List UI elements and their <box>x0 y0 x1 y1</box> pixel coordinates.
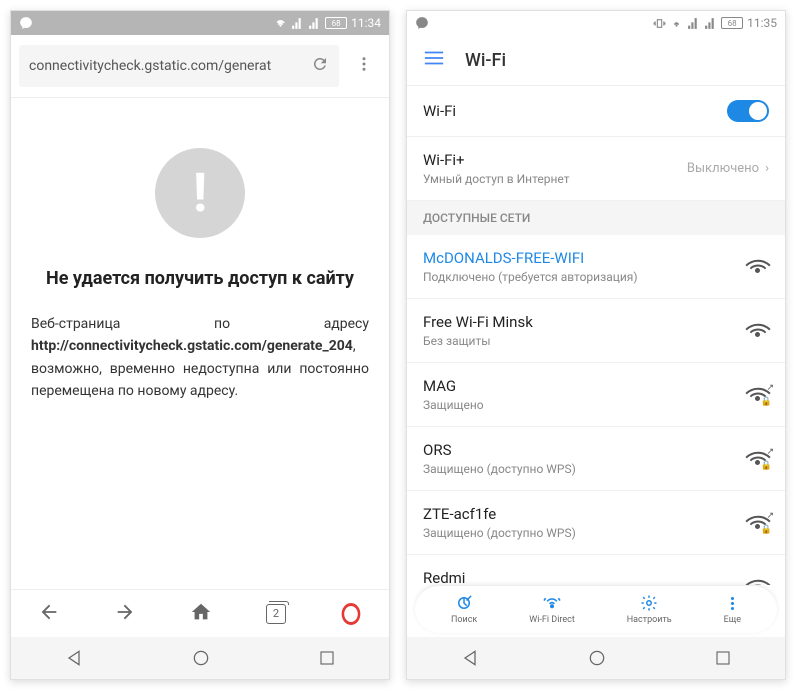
nav-recent-icon[interactable] <box>318 649 336 667</box>
action-еще[interactable]: Еще <box>724 594 741 625</box>
wifi-toggle-row[interactable]: Wi-Fi <box>407 86 785 137</box>
action-label: Настроить <box>627 615 672 625</box>
messenger-icon <box>19 16 33 30</box>
signal-icon <box>308 17 321 30</box>
url-bar: connectivitycheck.gstatic.com/generat <box>11 35 389 98</box>
wifi-plus-sub: Умный доступ в Интернет <box>423 172 569 186</box>
network-status: Защищено (доступно WPS) <box>423 526 576 540</box>
wifi-network-list[interactable]: McDONALDS-FREE-WIFI Подключено (требуетс… <box>407 235 785 585</box>
action-label: Поиск <box>451 615 477 625</box>
network-name: McDONALDS-FREE-WIFI <box>423 249 638 267</box>
wifi-network-row[interactable]: ZTE-acf1fe Защищено (доступно WPS) 🔒↗ <box>407 491 785 555</box>
more-icon[interactable] <box>347 55 381 77</box>
left-phone-browser: 68 11:34 connectivitycheck.gstatic.com/g… <box>10 10 390 680</box>
chevron-right-icon: › <box>765 161 769 176</box>
wifi-network-row[interactable]: McDONALDS-FREE-WIFI Подключено (требуетс… <box>407 235 785 299</box>
menu-icon[interactable] <box>423 49 445 71</box>
right-phone-wifi-settings: 68 11:35 Wi-Fi Wi-Fi Wi-Fi+ Умный доступ… <box>406 10 786 680</box>
wifi-icon <box>670 17 683 30</box>
wifi-network-row[interactable]: Redmi Защищено 🔒 <box>407 555 785 585</box>
opera-icon[interactable] <box>340 603 362 625</box>
wifi-network-row[interactable]: ORS Защищено (доступно WPS) 🔒↗ <box>407 427 785 491</box>
network-name: ZTE-acf1fe <box>423 505 576 523</box>
action-icon <box>731 594 734 612</box>
clock: 11:34 <box>351 16 381 30</box>
signal-icon <box>291 17 304 30</box>
action-icon <box>640 594 658 612</box>
messenger-icon <box>415 16 429 30</box>
action-поиск[interactable]: Поиск <box>451 594 477 625</box>
wifi-plus-label: Wi-Fi+ <box>423 151 569 169</box>
browser-toolbar: 2 <box>11 589 389 637</box>
url-field[interactable]: connectivitycheck.gstatic.com/generat <box>19 45 339 87</box>
nav-back-icon[interactable] <box>64 648 84 668</box>
wifi-header: Wi-Fi <box>407 35 785 86</box>
wifi-signal-icon: 🔒 <box>747 578 769 586</box>
battery-icon: 68 <box>721 17 743 29</box>
error-description: Веб-страница по адресу http://connectivi… <box>31 313 369 403</box>
action-label: Еще <box>724 615 741 625</box>
error-page: ! Не удается получить доступ к сайту Веб… <box>11 98 389 589</box>
network-name: Redmi <box>423 569 484 585</box>
reload-icon[interactable] <box>311 55 329 77</box>
nav-recent-icon[interactable] <box>714 649 732 667</box>
home-icon[interactable] <box>190 601 212 627</box>
network-name: Free Wi-Fi Minsk <box>423 313 533 331</box>
wifi-signal-icon: 🔒↗ <box>747 386 769 404</box>
wifi-signal-icon <box>747 258 769 276</box>
status-bar: 68 11:34 <box>11 11 389 35</box>
url-text: connectivitycheck.gstatic.com/generat <box>29 58 271 74</box>
android-nav-bar <box>11 637 389 679</box>
section-header: ДОСТУПНЫЕ СЕТИ <box>407 201 785 235</box>
page-title: Wi-Fi <box>465 50 506 71</box>
tabs-button[interactable]: 2 <box>266 604 286 624</box>
wifi-signal-icon: 🔒↗ <box>747 514 769 532</box>
action-icon <box>455 594 473 612</box>
wifi-network-row[interactable]: Free Wi-Fi Minsk Без защиты <box>407 299 785 363</box>
network-status: Защищено (доступно WPS) <box>423 462 576 476</box>
toggle-switch[interactable] <box>727 100 769 122</box>
network-status: Защищено <box>423 398 484 412</box>
back-icon[interactable] <box>38 601 60 627</box>
error-exclamation-icon: ! <box>155 148 245 238</box>
android-nav-bar <box>407 637 785 679</box>
wifi-plus-row[interactable]: Wi-Fi+ Умный доступ в Интернет Выключено… <box>407 137 785 201</box>
wifi-icon <box>274 17 287 30</box>
action-wi-fi direct[interactable]: Wi-Fi Direct <box>529 594 575 625</box>
action-настроить[interactable]: Настроить <box>627 594 672 625</box>
action-icon <box>542 594 562 612</box>
action-label: Wi-Fi Direct <box>529 615 575 625</box>
wifi-plus-status: Выключено <box>687 161 759 176</box>
vibrate-icon <box>653 17 666 30</box>
network-name: MAG <box>423 377 484 395</box>
nav-back-icon[interactable] <box>460 648 480 668</box>
forward-icon[interactable] <box>114 601 136 627</box>
nav-home-icon[interactable] <box>587 648 607 668</box>
clock: 11:35 <box>747 16 777 30</box>
wifi-signal-icon: 🔒↗ <box>747 450 769 468</box>
network-status: Без защиты <box>423 334 533 348</box>
error-title: Не удается получить доступ к сайту <box>46 268 354 289</box>
battery-icon: 68 <box>325 17 347 29</box>
wifi-network-row[interactable]: MAG Защищено 🔒↗ <box>407 363 785 427</box>
status-bar: 68 11:35 <box>407 11 785 35</box>
nav-home-icon[interactable] <box>191 648 211 668</box>
wifi-toggle-label: Wi-Fi <box>423 102 456 120</box>
signal-icon <box>687 17 700 30</box>
network-status: Подключено (требуется авторизация) <box>423 270 638 284</box>
wifi-signal-icon <box>747 322 769 340</box>
signal-icon <box>704 17 717 30</box>
bottom-action-bar: Поиск Wi-Fi Direct Настроить Еще <box>415 585 777 633</box>
network-name: ORS <box>423 441 576 459</box>
